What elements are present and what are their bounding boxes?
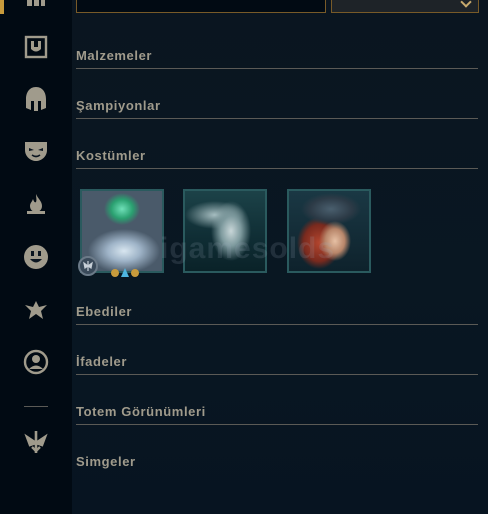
- shield-crest-icon[interactable]: [22, 33, 50, 61]
- collection-window: Malzemeler Şampiyonlar Kostümler igameso…: [0, 0, 488, 514]
- flame-icon[interactable]: [22, 190, 50, 218]
- skin-tile[interactable]: [183, 189, 267, 273]
- mask-icon[interactable]: [22, 137, 50, 165]
- sidebar-divider: [24, 406, 48, 407]
- section-title-icons: Simgeler: [76, 454, 136, 469]
- section-ward-skins[interactable]: Totem Görünümleri: [76, 402, 478, 425]
- search-input[interactable]: [77, 0, 325, 14]
- section-icons[interactable]: Simgeler: [76, 452, 478, 474]
- skin-tile[interactable]: [287, 189, 371, 273]
- section-title-champions: Şampiyonlar: [76, 98, 161, 113]
- sidebar: [0, 0, 72, 514]
- active-indicator: [0, 0, 4, 14]
- section-title-items: Malzemeler: [76, 48, 153, 63]
- filter-dropdown[interactable]: [331, 0, 479, 13]
- section-items[interactable]: Malzemeler: [76, 46, 478, 69]
- section-title-ward-skins: Totem Görünümleri: [76, 404, 206, 419]
- section-eternals[interactable]: Ebediler: [76, 302, 478, 325]
- search-field[interactable]: [76, 0, 326, 14]
- section-emotes[interactable]: İfadeler: [76, 352, 478, 375]
- section-title-skins: Kostümler: [76, 148, 146, 163]
- arrow-crest-icon[interactable]: [22, 428, 50, 456]
- smiley-icon[interactable]: [22, 243, 50, 271]
- section-skins[interactable]: Kostümler: [76, 146, 478, 169]
- section-title-eternals: Ebediler: [76, 304, 133, 319]
- rarity-gem-icon: [110, 266, 140, 278]
- grid-icon[interactable]: [22, 0, 50, 14]
- winged-icon[interactable]: [22, 296, 50, 324]
- profile-icon[interactable]: [22, 348, 50, 376]
- mastery-badge-icon: [78, 256, 98, 276]
- chevron-down-icon: [460, 0, 472, 8]
- helmet-icon[interactable]: [22, 85, 50, 113]
- armored-warrior-skin-art: [185, 191, 265, 271]
- red-haired-pirate-skin-art: [289, 191, 369, 271]
- section-title-emotes: İfadeler: [76, 354, 128, 369]
- section-champions[interactable]: Şampiyonlar: [76, 96, 478, 119]
